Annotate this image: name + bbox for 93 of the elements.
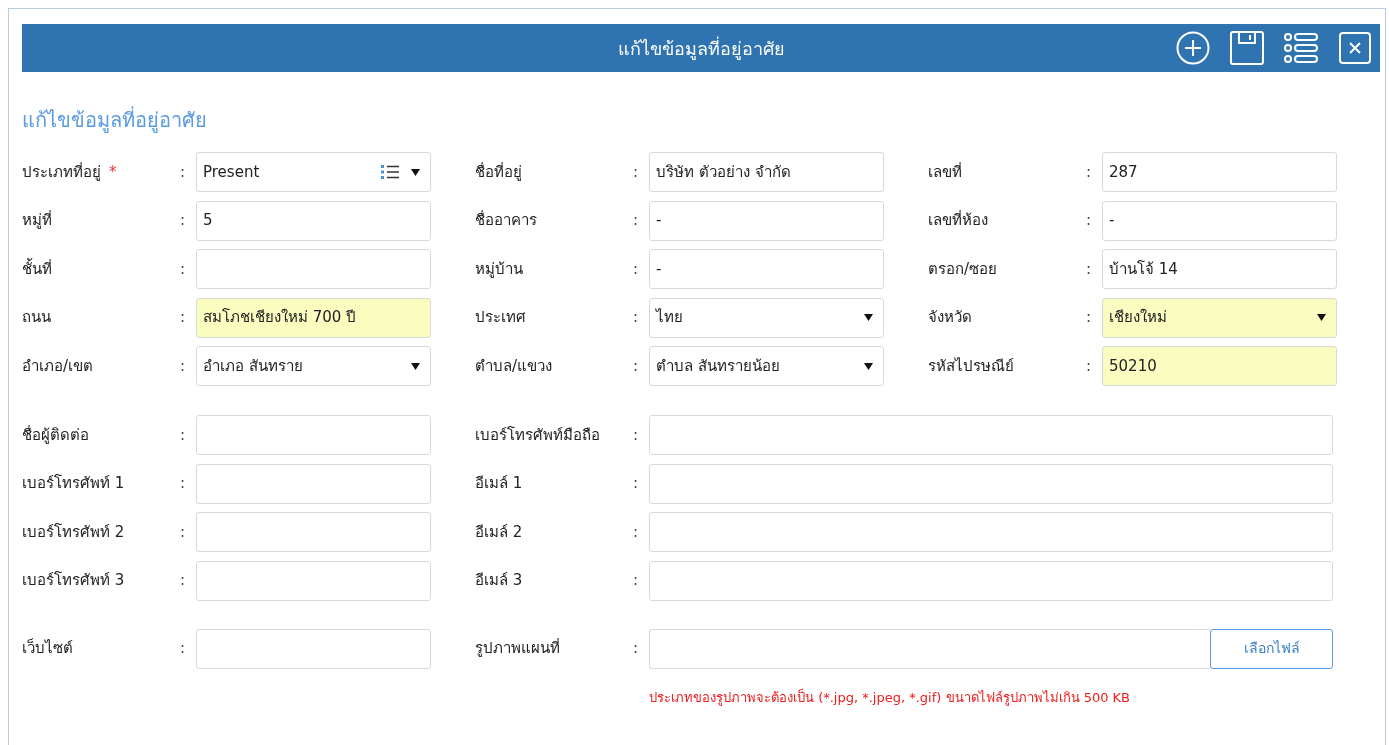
input-field[interactable] — [649, 512, 1333, 552]
section-title: แก้ไขข้อมูลที่อยู่อาศัย — [22, 106, 208, 134]
field-label: ตำบล/แขวง — [475, 355, 553, 377]
colon: : — [633, 210, 640, 232]
field-label: เบอร์โทรศัพท์มือถือ — [475, 424, 600, 446]
input-field[interactable] — [196, 512, 431, 552]
colon: : — [180, 161, 187, 183]
input-field[interactable] — [196, 463, 431, 504]
colon: : — [1086, 258, 1093, 280]
colon: : — [633, 521, 640, 543]
caret-icon — [411, 361, 420, 371]
field-label: เบอร์โทรศัพท์ 2 — [22, 521, 125, 543]
file-hint: ประเภทของรูปภาพจะต้องเป็น (*.jpg, *.jpeg, *.gif) ขนาดไฟล์รูปภาพไม่เกิน 500 KB — [649, 687, 1132, 707]
colon: : — [633, 638, 640, 660]
input-field[interactable]: บ้านโจ้ 14 — [1102, 249, 1337, 289]
caret-icon — [864, 361, 873, 371]
field-label: หมู่บ้าน — [475, 258, 523, 280]
input-field[interactable] — [649, 463, 1333, 504]
colon: : — [1086, 355, 1093, 377]
field-label: รหัสไปรษณีย์ — [928, 355, 1014, 377]
colon: : — [633, 258, 640, 280]
input-field[interactable] — [196, 560, 431, 601]
field-label: ตรอก/ซอย — [928, 258, 998, 280]
colon: : — [1086, 307, 1093, 329]
window-title: แก้ไขข้อมูลที่อยู่อาศัย — [617, 35, 785, 62]
list-icon — [1284, 32, 1318, 64]
save-button[interactable] — [1230, 32, 1264, 64]
field-label: ชื่ออาคาร — [475, 209, 537, 232]
input-field[interactable]: - — [1102, 200, 1337, 241]
field-label: อีเมล์ 2 — [475, 521, 523, 543]
caret-icon — [864, 313, 873, 322]
field-label: เบอร์โทรศัพท์ 3 — [22, 570, 125, 592]
select-field[interactable]: ไทย — [649, 297, 884, 338]
field-label: ชื่อที่อยู่ — [475, 161, 522, 183]
colon: : — [633, 570, 640, 592]
list-icon — [381, 164, 399, 180]
colon: : — [633, 424, 640, 446]
colon: : — [180, 570, 187, 592]
colon: : — [180, 424, 187, 446]
field-label: ถนน — [22, 307, 51, 329]
input-field[interactable]: 287 — [1102, 152, 1337, 192]
caret-icon — [411, 167, 420, 177]
input-field[interactable]: - — [649, 200, 884, 241]
required-mark: * — [109, 161, 117, 183]
field-label: อำเภอ/เขต — [22, 355, 94, 377]
field-label: หมู่ที่ — [22, 209, 52, 232]
field-label: ประเทศ — [475, 307, 526, 329]
colon: : — [1086, 210, 1093, 232]
colon: : — [1086, 161, 1093, 183]
field-label: อีเมล์ 3 — [475, 570, 523, 592]
input-field[interactable]: สมโภชเชียงใหม่ 700 ปี — [196, 297, 431, 338]
file-field[interactable] — [649, 628, 1210, 669]
field-label: เลขที่ — [928, 161, 962, 183]
list-button[interactable] — [1284, 32, 1318, 64]
colon: : — [633, 161, 640, 183]
input-field[interactable] — [649, 560, 1333, 601]
select-field[interactable]: ตำบล สันทรายน้อย — [649, 346, 884, 386]
colon: : — [180, 355, 187, 377]
field-label: ชื่อผู้ติดต่อ — [22, 424, 89, 446]
colon: : — [180, 307, 187, 329]
input-field[interactable]: บริษัท ตัวอย่าง จำกัด — [649, 152, 884, 192]
input-field[interactable] — [649, 415, 1333, 455]
close-button[interactable] — [1338, 32, 1372, 64]
colon: : — [180, 473, 187, 495]
add-button[interactable] — [1176, 32, 1210, 64]
field-label: อีเมล์ 1 — [475, 473, 523, 495]
field-label: รูปภาพแผนที่ — [475, 637, 560, 660]
choose-file-button[interactable]: เลือกไฟล์ — [1210, 628, 1333, 669]
colon: : — [180, 258, 187, 280]
select-field[interactable]: Present — [196, 152, 431, 192]
field-label: จังหวัด — [928, 307, 972, 329]
input-field[interactable]: - — [649, 249, 884, 289]
colon: : — [180, 638, 187, 660]
field-label: ชั้นที่ — [22, 257, 52, 280]
field-label: เบอร์โทรศัพท์ 1 — [22, 473, 125, 495]
close-icon — [1339, 32, 1371, 64]
colon: : — [180, 210, 187, 232]
caret-icon — [1317, 313, 1326, 322]
select-field[interactable]: อำเภอ สันทราย — [196, 346, 431, 386]
field-label: เว็บไซต์ — [22, 637, 73, 660]
input-field[interactable] — [196, 628, 431, 669]
colon: : — [633, 307, 640, 329]
field-label: ประเภทที่อยู่ — [22, 161, 101, 183]
plus-circle-icon — [1176, 31, 1210, 65]
colon: : — [633, 355, 640, 377]
select-field[interactable]: เชียงใหม่ — [1102, 297, 1337, 338]
input-field[interactable]: 5 — [196, 200, 431, 241]
colon: : — [180, 521, 187, 543]
input-field[interactable]: 50210 — [1102, 346, 1337, 386]
input-field[interactable] — [196, 415, 431, 455]
colon: : — [633, 473, 640, 495]
field-label: เลขที่ห้อง — [928, 209, 988, 232]
input-field[interactable] — [196, 249, 431, 289]
